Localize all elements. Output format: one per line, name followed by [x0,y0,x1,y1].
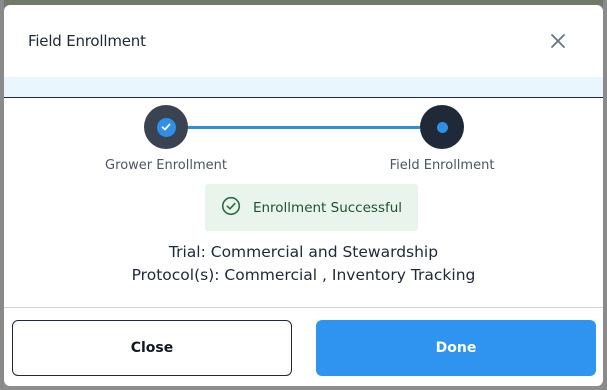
check-circle-icon [221,196,241,220]
background-right-edge [603,0,607,390]
protocol-info: Protocol(s): Commercial , Inventory Trac… [131,266,476,284]
close-button[interactable]: Close [12,320,292,376]
step-completed-node [144,105,188,149]
trial-info: Trial: Commercial and Stewardship [168,243,439,261]
success-alert: Enrollment Successful [205,184,418,231]
step-label-grower-enrollment: Grower Enrollment [105,158,227,173]
enrollment-stepper: Grower Enrollment Field Enrollment [4,105,603,181]
check-icon [156,117,176,137]
stepper-connector [187,126,420,129]
modal-header: Field Enrollment [4,5,603,77]
modal-footer: Close Done [4,307,603,386]
success-message: Enrollment Successful [252,199,403,216]
header-divider-band [4,77,603,98]
modal-title: Field Enrollment [28,32,146,50]
close-icon[interactable] [547,30,569,52]
step-current-node [420,105,464,149]
done-button[interactable]: Done [316,320,596,376]
step-label-field-enrollment: Field Enrollment [389,158,495,173]
field-enrollment-modal: Field Enrollment Grower Enrollment Field… [4,5,603,386]
current-step-dot-icon [436,121,448,133]
